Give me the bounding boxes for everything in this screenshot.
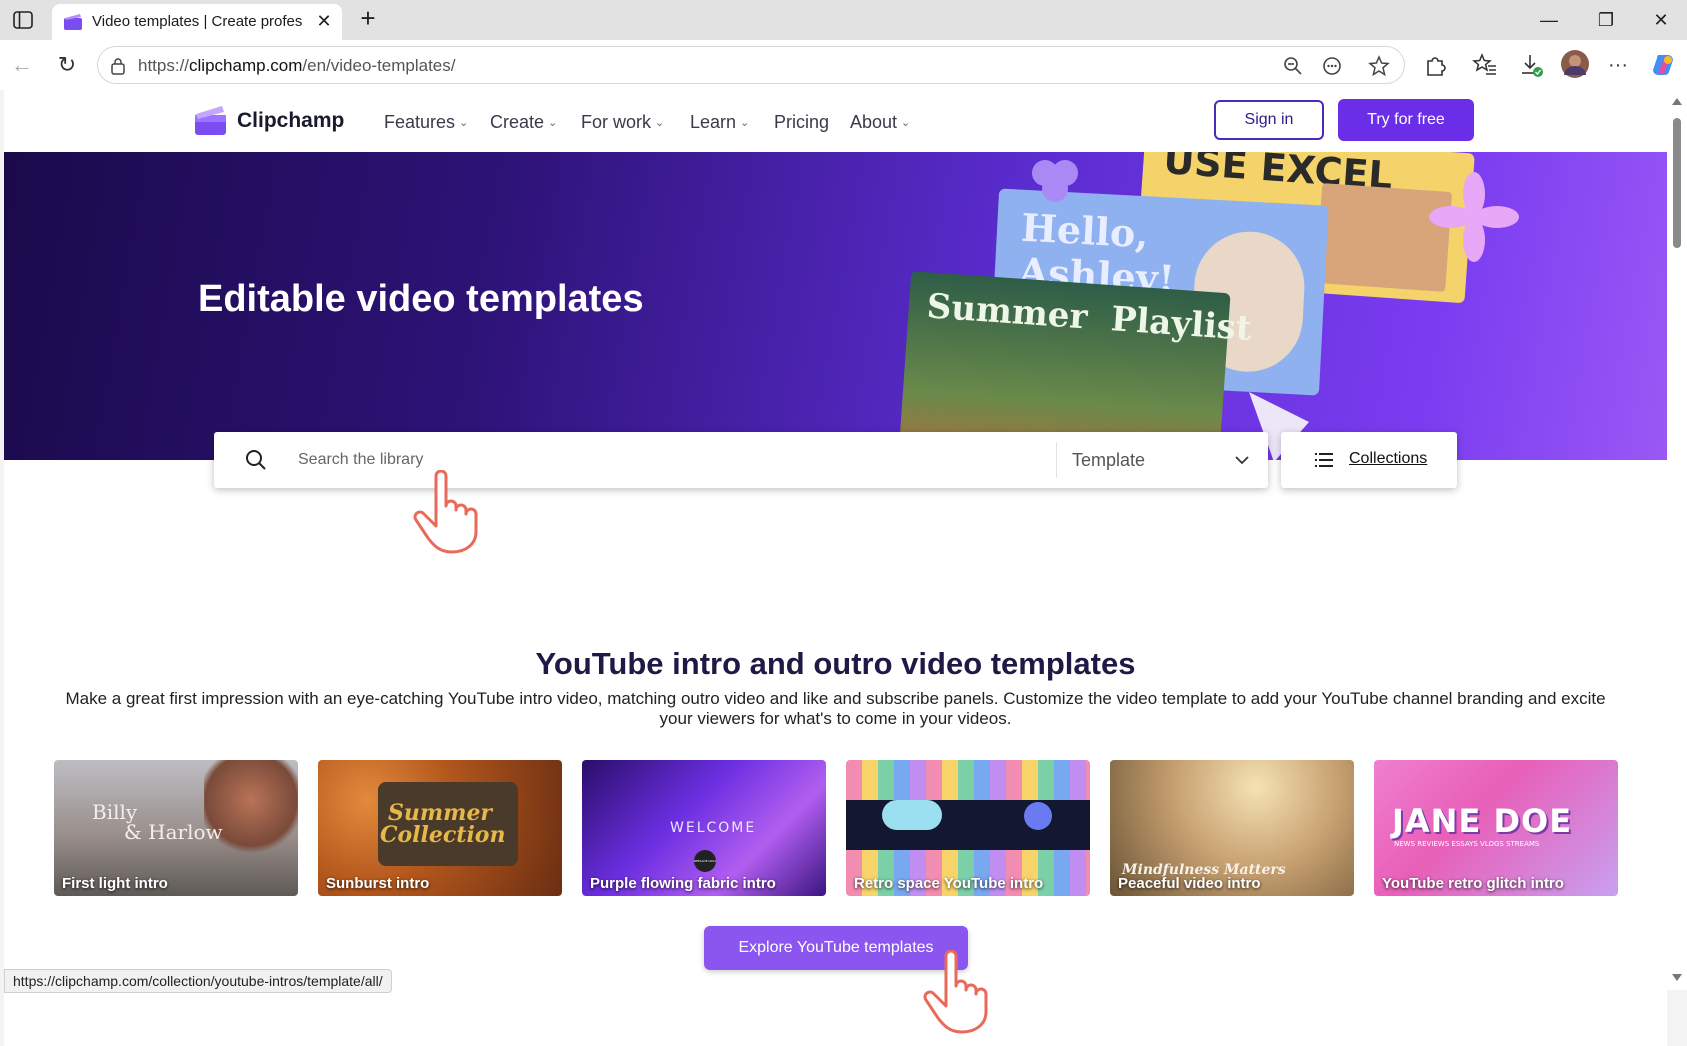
playlist-word: Playlist <box>1109 299 1253 349</box>
extensions-icon[interactable] <box>1422 52 1448 78</box>
planet-graphic <box>1024 802 1052 830</box>
hero-title: Editable video templates <box>198 278 644 320</box>
downloads-icon[interactable] <box>1518 52 1544 78</box>
template-card[interactable]: Retro space YouTube intro <box>846 760 1090 896</box>
nav-for-work[interactable]: For work ⌄ <box>581 112 664 133</box>
clipchamp-favicon-icon <box>64 14 82 30</box>
chevron-down-icon: ⌄ <box>459 117 469 129</box>
tab-close-icon[interactable]: ✕ <box>314 11 334 31</box>
nav-pricing[interactable]: Pricing <box>774 112 829 133</box>
template-card[interactable]: JANE DOE NEWS REVIEWS ESSAYS VLOGS STREA… <box>1374 760 1618 896</box>
nav-features[interactable]: Features ⌄ <box>384 112 468 133</box>
template-type-select[interactable]: Template <box>1072 444 1252 476</box>
template-card[interactable]: WELCOME REPLACE LOGO HERE Purple flowing… <box>582 760 826 896</box>
new-tab-button[interactable]: + <box>355 5 381 32</box>
favorites-icon[interactable] <box>1472 52 1498 78</box>
search-input[interactable] <box>298 444 998 476</box>
hand-pointer-icon <box>920 949 992 1036</box>
template-label: Retro space YouTube intro <box>854 875 1044 892</box>
profile-avatar[interactable] <box>1560 49 1590 79</box>
url-text: https://clipchamp.com/en/video-templates… <box>138 56 456 75</box>
sidebar-toggle-icon[interactable] <box>12 9 34 31</box>
favorite-star-icon[interactable] <box>1368 55 1390 77</box>
restore-button[interactable]: ❐ <box>1588 6 1624 34</box>
nav-learn[interactable]: Learn ⌄ <box>690 112 749 133</box>
template-card[interactable]: Billy & Harlow First light intro <box>54 760 298 896</box>
template-label: YouTube retro glitch intro <box>1382 875 1564 892</box>
try-for-free-button[interactable]: Try for free <box>1338 99 1474 141</box>
chevron-down-icon: ⌄ <box>548 117 558 129</box>
nav-create[interactable]: Create ⌄ <box>490 112 557 133</box>
tree-graphic <box>204 760 298 860</box>
chevron-down-icon <box>1232 444 1252 476</box>
minimize-button[interactable]: — <box>1531 6 1567 34</box>
site-header: Clipchamp Features ⌄ Create ⌄ For work ⌄ Le… <box>4 90 1667 152</box>
template-type-value: Template <box>1072 450 1146 470</box>
nav-label: Pricing <box>774 112 830 132</box>
scrollbar-thumb[interactable] <box>1673 118 1681 248</box>
nav-label: Create <box>490 112 545 132</box>
collections-button[interactable]: Collections <box>1281 432 1457 488</box>
search-divider <box>1056 442 1057 478</box>
scroll-up-arrow-icon[interactable] <box>1672 98 1682 105</box>
template-art-line-2: Collection <box>380 822 506 848</box>
sign-in-button[interactable]: Sign in <box>1214 100 1324 140</box>
template-art-line-2: REPLACE LOGO HERE <box>694 850 716 872</box>
lock-icon[interactable] <box>110 57 126 75</box>
zoom-icon[interactable] <box>1282 55 1304 77</box>
template-card[interactable]: Mindfulness Matters Peaceful video intro <box>1110 760 1354 896</box>
template-art-line-2: & Harlow <box>124 820 223 844</box>
window-close-button[interactable]: ✕ <box>1643 6 1679 34</box>
nav-label: Features <box>384 112 456 132</box>
hand-pointer-icon <box>410 469 482 556</box>
read-aloud-icon[interactable] <box>1321 55 1343 77</box>
template-card[interactable]: Summer Collection Sunburst intro <box>318 760 562 896</box>
hero-banner: Editable video templates USE EXCEL Hello… <box>4 152 1667 460</box>
nav-about[interactable]: About ⌄ <box>850 112 910 133</box>
section-description: Make a great first impression with an ey… <box>65 689 1606 728</box>
refresh-button[interactable]: ↻ <box>53 51 81 79</box>
nav-label: About <box>850 112 898 132</box>
hero-card-summer-text: Summer Playlist <box>926 286 1253 349</box>
template-label: First light intro <box>62 875 168 892</box>
chevron-down-icon: ⌄ <box>740 117 750 129</box>
template-label: Peaceful video intro <box>1118 875 1261 892</box>
chevron-down-icon: ⌄ <box>901 117 911 129</box>
collections-label: Collections <box>1349 450 1428 467</box>
copilot-icon[interactable] <box>1650 52 1676 78</box>
summer-word: Summer <box>925 286 1089 338</box>
template-gallery: Billy & Harlow First light intro Summer … <box>54 760 1618 896</box>
browser-tab-bar: Video templates | Create professi ✕ + — … <box>0 0 1687 40</box>
browser-address-bar: ← ↻ https://clipchamp.com/en/video-templ… <box>0 40 1687 90</box>
page-scrollbar[interactable] <box>1667 90 1687 990</box>
url-field[interactable]: https://clipchamp.com/en/video-templates… <box>97 46 1405 84</box>
web-page: Clipchamp Features ⌄ Create ⌄ For work ⌄ Le… <box>4 90 1667 1046</box>
ufo-graphic <box>882 800 942 830</box>
search-icon <box>244 448 268 472</box>
chevron-down-icon: ⌄ <box>655 117 665 129</box>
list-icon <box>1315 452 1335 468</box>
clipchamp-logo-icon[interactable] <box>194 106 228 136</box>
browser-tab[interactable]: Video templates | Create professi ✕ <box>52 4 342 40</box>
section-title: YouTube intro and outro video templates <box>535 646 1136 681</box>
template-art-line-1: WELCOME <box>670 820 757 836</box>
template-label: Purple flowing fabric intro <box>590 875 776 892</box>
asterisk-decoration-icon <box>1429 172 1519 262</box>
tab-title: Video templates | Create professi <box>92 13 302 30</box>
library-search-bar: Template <box>214 432 1268 488</box>
back-button[interactable]: ← <box>8 51 36 79</box>
template-label: Sunburst intro <box>326 875 430 892</box>
nav-label: For work <box>581 112 652 132</box>
nav-label: Learn <box>690 112 737 132</box>
template-art-line-1: JANE DOE <box>1392 802 1573 840</box>
more-options-icon[interactable]: ··· <box>1605 52 1631 78</box>
link-status-bar: https://clipchamp.com/collection/youtube… <box>4 969 392 993</box>
brand-name[interactable]: Clipchamp <box>237 109 344 133</box>
flower-decoration-icon <box>1027 157 1083 205</box>
scroll-down-arrow-icon[interactable] <box>1672 974 1682 981</box>
template-art-line-2: NEWS REVIEWS ESSAYS VLOGS STREAMS <box>1394 840 1540 848</box>
